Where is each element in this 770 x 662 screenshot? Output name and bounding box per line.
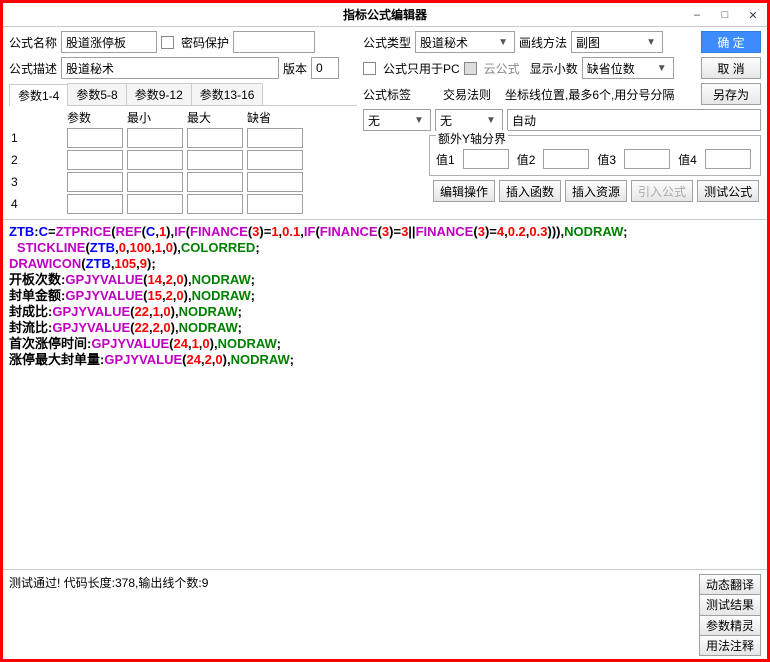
label-traderule: 交易法则	[443, 86, 491, 103]
pwd-checkbox[interactable]	[161, 36, 174, 49]
titlebar: 指标公式编辑器 – □ ✕	[3, 3, 767, 27]
p2-def[interactable]	[247, 150, 303, 170]
p4-min[interactable]	[127, 194, 183, 214]
label-y4: 值4	[678, 151, 697, 168]
desc-input[interactable]	[61, 57, 279, 79]
param-wizard-button[interactable]: 参数精灵	[699, 615, 761, 636]
table-row: 1	[9, 127, 305, 149]
label-version: 版本	[283, 60, 307, 77]
param-tabs: 参数1-4 参数5-8 参数9-12 参数13-16	[9, 83, 357, 106]
p1-max[interactable]	[187, 128, 243, 148]
label-name: 公式名称	[9, 34, 57, 51]
tab-param-1-4[interactable]: 参数1-4	[9, 84, 68, 106]
y2-input[interactable]	[543, 149, 589, 169]
col-param: 参数	[65, 108, 125, 127]
label-cloud: 云公式	[484, 60, 520, 77]
col-max: 最大	[185, 108, 245, 127]
p3-max[interactable]	[187, 172, 243, 192]
extra-y-group: 额外Y轴分界 值1 值2 值3 值4	[429, 135, 761, 176]
import-formula-button[interactable]: 引入公式	[631, 180, 693, 202]
p1-name[interactable]	[67, 128, 123, 148]
p1-def[interactable]	[247, 128, 303, 148]
close-icon[interactable]: ✕	[739, 3, 767, 27]
window-title: 指标公式编辑器	[3, 6, 767, 23]
extra-y-legend: 额外Y轴分界	[436, 130, 508, 147]
label-y1: 值1	[436, 151, 455, 168]
label-tag: 公式标签	[363, 86, 411, 103]
draw-combo[interactable]: 副图▼	[571, 31, 663, 53]
p2-name[interactable]	[67, 150, 123, 170]
p4-name[interactable]	[67, 194, 123, 214]
col-def: 缺省	[245, 108, 305, 127]
table-row: 4	[9, 193, 305, 215]
chevron-down-icon: ▼	[412, 115, 426, 126]
p1-min[interactable]	[127, 128, 183, 148]
traderule-combo[interactable]: 无▼	[435, 109, 503, 131]
label-pc-only: 公式只用于PC	[383, 60, 460, 77]
label-draw: 画线方法	[519, 34, 567, 51]
label-type: 公式类型	[363, 34, 411, 51]
label-y3: 值3	[597, 151, 616, 168]
label-coord-hint: 坐标线位置,最多6个,用分号分隔	[505, 86, 674, 103]
table-row: 2	[9, 149, 305, 171]
version-input[interactable]	[311, 57, 339, 79]
status-area: 测试通过! 代码长度:378,输出线个数:9 动态翻译 测试结果 参数精灵 用法…	[3, 569, 767, 659]
col-min: 最小	[125, 108, 185, 127]
status-text: 测试通过! 代码长度:378,输出线个数:9	[9, 574, 699, 655]
y1-input[interactable]	[463, 149, 509, 169]
y3-input[interactable]	[624, 149, 670, 169]
tab-param-13-16[interactable]: 参数13-16	[191, 83, 264, 105]
maximize-icon[interactable]: □	[711, 3, 739, 27]
param-table: 参数 最小 最大 缺省 1 2 3 4	[9, 108, 305, 215]
cancel-button[interactable]: 取 消	[701, 57, 761, 79]
ok-button[interactable]: 确 定	[701, 31, 761, 53]
test-result-button[interactable]: 测试结果	[699, 594, 761, 615]
y4-input[interactable]	[705, 149, 751, 169]
insert-func-button[interactable]: 插入函数	[499, 180, 561, 202]
p2-min[interactable]	[127, 150, 183, 170]
tab-param-5-8[interactable]: 参数5-8	[67, 83, 126, 105]
test-formula-button[interactable]: 测试公式	[697, 180, 759, 202]
p2-max[interactable]	[187, 150, 243, 170]
minimize-icon[interactable]: –	[683, 3, 711, 27]
p3-name[interactable]	[67, 172, 123, 192]
name-input[interactable]	[61, 31, 157, 53]
label-showdec: 显示小数	[530, 60, 578, 77]
usage-notes-button[interactable]: 用法注释	[699, 635, 761, 656]
label-pwd: 密码保护	[181, 34, 229, 51]
pc-only-checkbox[interactable]	[363, 62, 376, 75]
edit-op-button[interactable]: 编辑操作	[433, 180, 495, 202]
label-y2: 值2	[517, 151, 536, 168]
table-row: 3	[9, 171, 305, 193]
chevron-down-icon: ▼	[484, 115, 498, 126]
label-desc: 公式描述	[9, 60, 57, 77]
p3-def[interactable]	[247, 172, 303, 192]
tab-param-9-12[interactable]: 参数9-12	[126, 83, 192, 105]
dynamic-translate-button[interactable]: 动态翻译	[699, 574, 761, 595]
cloud-checkbox[interactable]	[464, 62, 477, 75]
insert-res-button[interactable]: 插入资源	[565, 180, 627, 202]
chevron-down-icon: ▼	[644, 37, 658, 48]
formula-editor[interactable]: ZTB:C=ZTPRICE(REF(C,1),IF(FINANCE(3)=1,0…	[3, 219, 767, 569]
p4-def[interactable]	[247, 194, 303, 214]
tag-combo[interactable]: 无▼	[363, 109, 431, 131]
p4-max[interactable]	[187, 194, 243, 214]
type-combo[interactable]: 股道秘术▼	[415, 31, 515, 53]
p3-min[interactable]	[127, 172, 183, 192]
pwd-input[interactable]	[233, 31, 315, 53]
chevron-down-icon: ▼	[655, 63, 669, 74]
coord-input[interactable]	[507, 109, 761, 131]
chevron-down-icon: ▼	[496, 37, 510, 48]
save-as-button[interactable]: 另存为	[701, 83, 761, 105]
dec-combo[interactable]: 缺省位数▼	[582, 57, 674, 79]
